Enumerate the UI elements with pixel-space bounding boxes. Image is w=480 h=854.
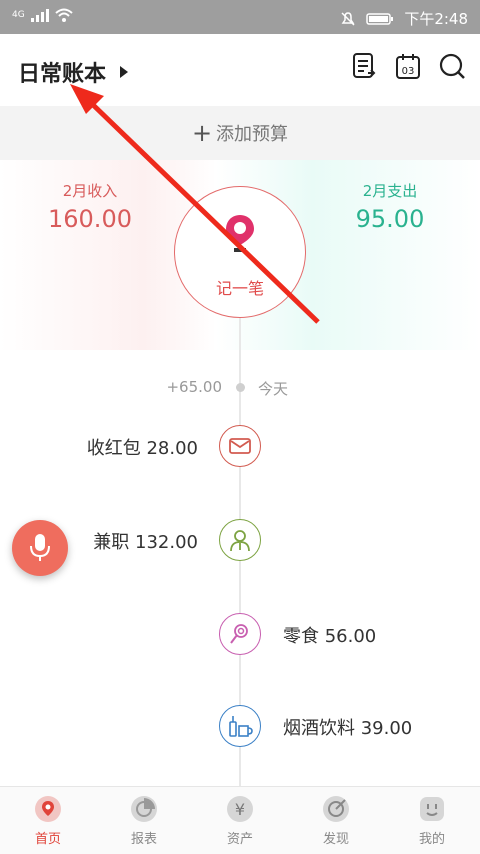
record-item[interactable]: 兼职 132.00 bbox=[93, 528, 198, 554]
income-label: 2月收入 bbox=[62, 182, 118, 200]
svg-text:¥: ¥ bbox=[235, 800, 245, 819]
voice-input-button[interactable] bbox=[12, 520, 68, 576]
expense-label: 2月支出 bbox=[362, 182, 418, 200]
tab-profile[interactable]: 我的 bbox=[384, 787, 480, 854]
expense-summary[interactable]: 2月支出 95.00 bbox=[340, 180, 440, 233]
discover-icon bbox=[323, 796, 349, 822]
income-summary[interactable]: 2月收入 160.00 bbox=[40, 180, 140, 233]
clock: 下午2:48 bbox=[404, 10, 468, 28]
tab-home-label: 首页 bbox=[34, 832, 61, 847]
tab-assets-label: 资产 bbox=[226, 832, 253, 847]
bill-list-icon[interactable] bbox=[350, 52, 378, 80]
tab-home[interactable]: 首页 bbox=[0, 787, 96, 854]
tab-reports-label: 报表 bbox=[130, 832, 157, 847]
tab-assets[interactable]: ¥ 资产 bbox=[192, 787, 288, 854]
add-budget-button[interactable]: + 添加预算 bbox=[0, 106, 480, 160]
income-value: 160.00 bbox=[48, 205, 132, 233]
red-envelope-icon[interactable] bbox=[219, 425, 261, 467]
plus-icon: + bbox=[191, 119, 213, 147]
microphone-icon bbox=[30, 534, 50, 561]
search-icon[interactable] bbox=[438, 52, 466, 80]
tab-discover-label: 发现 bbox=[322, 832, 349, 847]
today-label: 今天 bbox=[258, 380, 289, 398]
tab-profile-label: 我的 bbox=[418, 832, 445, 847]
record-item[interactable]: 收红包 28.00 bbox=[87, 434, 198, 460]
map-pin-icon bbox=[226, 215, 254, 252]
expense-value: 95.00 bbox=[355, 205, 425, 233]
svg-text:03: 03 bbox=[402, 66, 415, 77]
record-label: 记一笔 bbox=[215, 279, 264, 298]
lollipop-icon[interactable] bbox=[219, 613, 261, 655]
mute-bell-icon bbox=[341, 11, 355, 26]
today-net-amount: +65.00 bbox=[166, 378, 222, 396]
tab-discover[interactable]: 发现 bbox=[288, 787, 384, 854]
network-type: 4G bbox=[12, 10, 25, 20]
add-budget-label: 添加预算 bbox=[216, 124, 289, 145]
timeline-dot bbox=[236, 383, 245, 392]
tab-reports[interactable]: 报表 bbox=[96, 787, 192, 854]
today-row: +65.00 今天 bbox=[0, 378, 480, 398]
record-item[interactable]: 零食 56.00 bbox=[283, 622, 376, 648]
book-switcher[interactable]: 日常账本 bbox=[18, 56, 129, 88]
wifi-icon bbox=[55, 8, 73, 22]
record-button[interactable]: 记一笔 bbox=[174, 186, 306, 318]
pie-chart-icon bbox=[131, 796, 157, 822]
drinks-icon[interactable] bbox=[219, 705, 261, 747]
part-time-job-icon[interactable] bbox=[219, 519, 261, 561]
triangle-right-icon bbox=[120, 66, 129, 78]
home-pin-icon bbox=[35, 796, 61, 822]
calendar-icon[interactable]: 03 bbox=[394, 52, 422, 80]
book-title: 日常账本 bbox=[18, 62, 107, 87]
status-bar: 4G 下午2:48 bbox=[0, 0, 480, 34]
bottom-tab-bar: 首页 报表 ¥ 资产 发现 我的 bbox=[0, 786, 480, 854]
signal-icon bbox=[30, 9, 49, 22]
header: 日常账本 03 bbox=[0, 34, 480, 106]
battery-icon bbox=[366, 12, 394, 25]
record-item[interactable]: 烟酒饮料 39.00 bbox=[283, 714, 412, 740]
profile-icon bbox=[420, 797, 444, 821]
yuan-icon: ¥ bbox=[227, 796, 253, 822]
